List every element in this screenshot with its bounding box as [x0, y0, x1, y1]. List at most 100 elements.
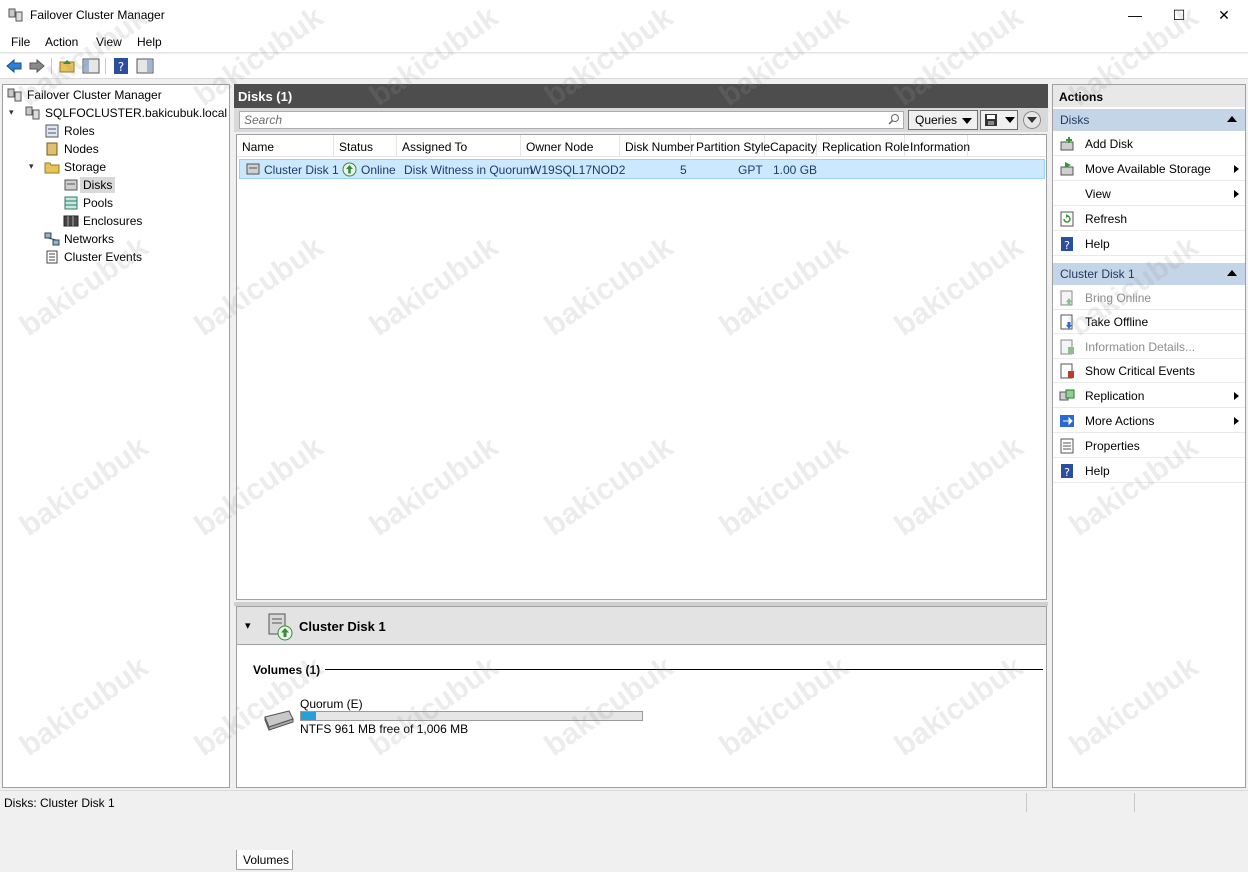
menu-bar: File Action View Help — [0, 31, 1248, 53]
tree-item-enclosures[interactable]: Enclosures — [63, 212, 142, 229]
cell-assigned-to: Disk Witness in Quorum — [404, 163, 533, 177]
back-arrow-icon[interactable] — [5, 57, 23, 75]
tab-volumes[interactable]: Volumes — [236, 850, 293, 870]
action-label: Replication — [1085, 389, 1145, 403]
action-move-available-storage[interactable]: Move Available Storage — [1053, 157, 1245, 181]
action-label: Information Details... — [1085, 340, 1196, 354]
chevron-down-icon[interactable]: ▾ — [9, 107, 14, 118]
menu-help[interactable]: Help — [137, 35, 162, 49]
tree-label: Networks — [64, 231, 115, 246]
tree-item-cluster[interactable]: SQLFOCLUSTER.bakicubuk.local — [25, 104, 227, 121]
action-label: View — [1085, 187, 1111, 201]
menu-view[interactable]: View — [96, 35, 122, 49]
collapse-chevron-icon[interactable]: ▾ — [245, 619, 251, 632]
forward-arrow-icon[interactable] — [28, 57, 46, 75]
tree-item-roles[interactable]: Roles — [44, 122, 95, 139]
column-header-replication-role[interactable]: Replication Role — [817, 135, 909, 157]
navigation-tree: Failover Cluster Manager ▾ SQLFOCLUSTER.… — [2, 84, 230, 788]
disk-icon — [64, 179, 78, 190]
table-row[interactable]: Cluster Disk 1 Online Disk Witness in Qu… — [239, 159, 1045, 179]
save-query-button[interactable] — [980, 110, 1018, 130]
maximize-button[interactable]: ☐ — [1156, 0, 1202, 30]
show-hide-action-pane-icon[interactable] — [136, 57, 154, 75]
action-label: More Actions — [1085, 414, 1155, 428]
properties-icon — [1060, 438, 1074, 454]
tree-item-cluster-events[interactable]: Cluster Events — [44, 248, 142, 265]
column-header-status[interactable]: Status — [334, 135, 397, 157]
center-pane: Disks (1) Search Queries Name Status Ass… — [234, 84, 1048, 870]
queries-button[interactable]: Queries — [908, 110, 978, 130]
action-refresh[interactable]: Refresh — [1053, 207, 1245, 231]
tree-item-nodes[interactable]: Nodes — [44, 140, 99, 157]
volume-usage-fill — [301, 712, 317, 720]
detail-pane: ▾ Cluster Disk 1 Volumes (1) Quorum (E) … — [236, 606, 1047, 788]
svg-text:?: ? — [1064, 239, 1070, 252]
close-button[interactable]: ✕ — [1201, 0, 1247, 30]
chevron-down-icon — [1027, 117, 1037, 123]
enclosures-icon — [63, 215, 79, 226]
roles-icon — [45, 124, 59, 137]
actions-title: Actions — [1053, 85, 1245, 107]
window-title: Failover Cluster Manager — [30, 8, 165, 22]
tree-label: SQLFOCLUSTER.bakicubuk.local — [45, 105, 228, 120]
tree-item-networks[interactable]: Networks — [44, 230, 114, 247]
title-bar: Failover Cluster Manager — ☐ ✕ — [0, 0, 1248, 31]
chevron-up-icon — [1227, 270, 1237, 276]
critical-events-icon — [1060, 363, 1074, 379]
column-header-partition-style[interactable]: Partition Style — [691, 135, 770, 157]
search-row: Search Queries — [234, 108, 1048, 132]
replication-icon — [1059, 389, 1075, 401]
column-header-owner-node[interactable]: Owner Node — [521, 135, 620, 157]
tree-item-storage[interactable]: Storage — [44, 158, 106, 175]
detail-title: Cluster Disk 1 — [299, 619, 386, 634]
show-hide-tree-icon[interactable] — [82, 57, 100, 75]
action-take-offline[interactable]: Take Offline — [1053, 310, 1245, 334]
column-header-name[interactable]: Name — [237, 135, 334, 157]
menu-file[interactable]: File — [11, 35, 30, 49]
bring-online-icon — [1060, 290, 1073, 306]
cell-disk-number: 5 — [680, 163, 687, 177]
drive-icon[interactable] — [261, 709, 295, 731]
action-information-details[interactable]: Information Details... — [1053, 335, 1245, 359]
action-add-disk[interactable]: Add Disk — [1053, 132, 1245, 156]
volume-name[interactable]: Quorum (E) — [300, 697, 363, 711]
action-help[interactable]: ? Help — [1053, 232, 1245, 256]
minimize-button[interactable]: — — [1112, 0, 1158, 30]
save-icon — [985, 114, 997, 126]
cluster-disk-icon — [268, 613, 293, 641]
actions-section-disks[interactable]: Disks — [1053, 109, 1245, 131]
actions-section-cluster-disk-1[interactable]: Cluster Disk 1 — [1053, 263, 1245, 285]
up-folder-icon[interactable] — [58, 57, 76, 75]
action-label: Take Offline — [1085, 315, 1149, 329]
action-properties[interactable]: Properties — [1053, 434, 1245, 458]
column-header-capacity[interactable]: Capacity — [765, 135, 817, 157]
column-header-assigned-to[interactable]: Assigned To — [397, 135, 521, 157]
tree-label: Cluster Events — [64, 249, 143, 264]
detail-header: ▾ Cluster Disk 1 — [237, 607, 1046, 645]
search-placeholder: Search — [244, 113, 283, 127]
action-view[interactable]: View — [1053, 182, 1245, 206]
help-icon[interactable]: ? — [112, 57, 130, 75]
nodes-icon — [46, 142, 58, 155]
cell-name: Cluster Disk 1 — [264, 163, 339, 177]
action-bring-online[interactable]: Bring Online — [1053, 286, 1245, 310]
chevron-down-icon[interactable]: ▾ — [29, 161, 34, 172]
action-more-actions[interactable]: More Actions — [1053, 409, 1245, 433]
action-replication[interactable]: Replication — [1053, 384, 1245, 408]
cell-status: Online — [361, 163, 396, 177]
tree-item-disks[interactable]: Disks — [63, 176, 116, 193]
column-header-information[interactable]: Information — [905, 135, 970, 157]
action-help-disk[interactable]: ? Help — [1053, 459, 1245, 483]
divider — [325, 669, 1043, 670]
detail-tabs: Volumes — [236, 850, 1047, 872]
column-header-disk-number[interactable]: Disk Number — [620, 135, 694, 157]
collapse-button[interactable] — [1023, 111, 1041, 129]
tree-item-failover-cluster-manager[interactable]: Failover Cluster Manager — [7, 86, 162, 103]
take-offline-icon — [1060, 314, 1073, 330]
menu-action[interactable]: Action — [45, 35, 78, 49]
action-label: Help — [1085, 464, 1110, 478]
tree-item-pools[interactable]: Pools — [63, 194, 113, 211]
action-show-critical-events[interactable]: Show Critical Events — [1053, 359, 1245, 383]
search-input[interactable]: Search — [239, 111, 904, 129]
action-label: Bring Online — [1085, 291, 1152, 305]
